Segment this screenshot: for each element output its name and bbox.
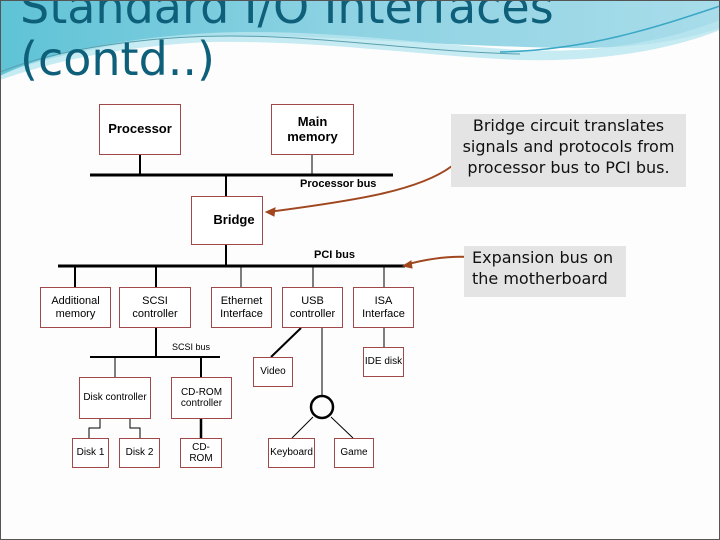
- usb-controller-box: USB controller: [282, 287, 343, 328]
- cdrom-controller-box: CD-ROM controller: [171, 377, 232, 419]
- scsi-controller-box: SCSI controller: [119, 287, 191, 328]
- scsi-bus-label: SCSI bus: [172, 342, 211, 352]
- ide-disk-box: IDE disk: [363, 347, 404, 377]
- pci-callout-arrow: [404, 255, 471, 266]
- disk-controller-box: Disk controller: [79, 377, 151, 419]
- bridge-box: Bridge: [191, 196, 263, 245]
- ethernet-interface-box: Ethernet Interface: [211, 287, 272, 328]
- processor-bus-label: Processor bus: [300, 178, 377, 190]
- main-memory-box: Main memory: [271, 104, 354, 155]
- pci-callout: Expansion bus on the motherboard: [464, 246, 626, 297]
- disk2-box: Disk 2: [119, 438, 160, 468]
- processor-box: Processor: [99, 104, 181, 155]
- game-box: Game: [334, 438, 374, 468]
- additional-memory-box: Additional memory: [40, 287, 111, 328]
- usb-hub-circle: [309, 394, 335, 420]
- disk1-box: Disk 1: [72, 438, 109, 468]
- cdrom-box: CD-ROM: [180, 438, 222, 468]
- keyboard-box: Keyboard: [268, 438, 315, 468]
- slide: Standard I/O Interfaces (contd..) Proces…: [0, 0, 720, 540]
- video-connector: [270, 327, 302, 358]
- video-box: Video: [253, 357, 293, 387]
- pci-bus-label: PCI bus: [314, 249, 355, 261]
- isa-interface-box: ISA Interface: [353, 287, 414, 328]
- bridge-callout: Bridge circuit translates signals and pr…: [451, 114, 686, 187]
